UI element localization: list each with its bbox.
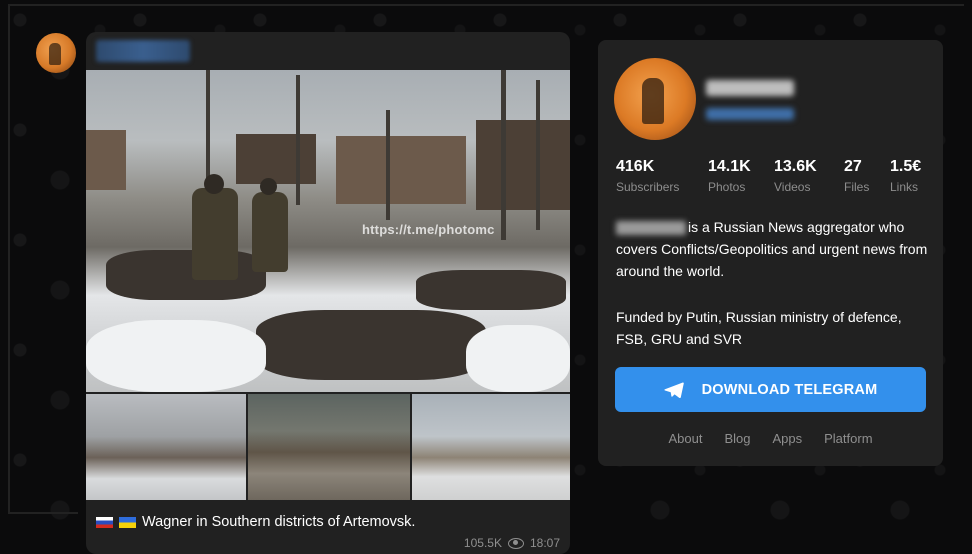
ukraine-flag-icon bbox=[119, 516, 136, 528]
rubble bbox=[256, 310, 486, 380]
stat-label: Videos bbox=[774, 180, 811, 194]
footer-links: About Blog Apps Platform bbox=[598, 431, 943, 446]
snow bbox=[466, 325, 570, 392]
channel-avatar[interactable] bbox=[614, 58, 696, 140]
rubble bbox=[416, 270, 566, 310]
ruin-building bbox=[86, 130, 126, 190]
stat-subscribers: 416K Subscribers bbox=[616, 158, 679, 194]
stat-label: Files bbox=[844, 180, 870, 194]
photo-thumbnails bbox=[86, 394, 570, 500]
post-meta: 105.5K 18:07 bbox=[464, 536, 560, 550]
rubble bbox=[106, 250, 266, 300]
channel-description: is a Russian News aggregator who covers … bbox=[616, 216, 934, 282]
stat-videos: 13.6K Videos bbox=[774, 158, 817, 194]
bare-tree bbox=[536, 80, 540, 230]
footer-link-about[interactable]: About bbox=[668, 431, 702, 446]
stat-value: 14.1K bbox=[708, 158, 751, 175]
post-channel-avatar[interactable] bbox=[36, 33, 76, 73]
bare-tree bbox=[386, 110, 390, 220]
bare-tree bbox=[296, 75, 300, 205]
post-channel-name-blurred[interactable] bbox=[96, 40, 190, 62]
footer-link-apps[interactable]: Apps bbox=[772, 431, 802, 446]
main-photo[interactable]: https://t.me/photomc bbox=[86, 70, 570, 392]
channel-name-blurred bbox=[706, 80, 794, 96]
footer-link-platform[interactable]: Platform bbox=[824, 431, 872, 446]
download-telegram-button[interactable]: DOWNLOAD TELEGRAM bbox=[615, 367, 926, 412]
stat-value: 13.6K bbox=[774, 158, 817, 175]
channel-name-inline-blurred bbox=[616, 221, 686, 236]
stat-value: 1.5€ bbox=[890, 158, 922, 175]
channel-info-panel: 416K Subscribers 14.1K Photos 13.6K Vide… bbox=[598, 40, 943, 466]
photo-watermark: https://t.me/photomc bbox=[362, 222, 495, 237]
soldier bbox=[192, 188, 238, 280]
stat-label: Subscribers bbox=[616, 180, 680, 194]
channel-handle-blurred[interactable] bbox=[706, 108, 794, 120]
footer-link-blog[interactable]: Blog bbox=[724, 431, 750, 446]
stat-label: Photos bbox=[708, 180, 746, 194]
download-label: DOWNLOAD TELEGRAM bbox=[701, 381, 878, 398]
ruin-building bbox=[476, 120, 570, 210]
ruin-building bbox=[336, 136, 466, 204]
stat-value: 27 bbox=[844, 158, 862, 175]
post-time: 18:07 bbox=[529, 536, 560, 550]
view-count: 105.5K bbox=[463, 536, 502, 550]
bare-tree bbox=[206, 70, 210, 190]
snow bbox=[86, 320, 266, 392]
caption-text: Wagner in Southern districts of Artemovs… bbox=[142, 514, 416, 530]
channel-description-funding: Funded by Putin, Russian ministry of def… bbox=[616, 309, 902, 347]
stat-photos: 14.1K Photos bbox=[708, 158, 751, 194]
stat-label: Links bbox=[890, 180, 919, 194]
russia-flag-icon bbox=[96, 516, 113, 528]
soldier bbox=[252, 192, 288, 272]
thumbnail-photo[interactable] bbox=[248, 394, 410, 500]
eye-icon bbox=[507, 537, 524, 549]
stat-value: 416K bbox=[616, 158, 655, 175]
channel-stats: 416K Subscribers 14.1K Photos 13.6K Vide… bbox=[616, 158, 943, 198]
post-caption: Wagner in Southern districts of Artemovs… bbox=[96, 514, 415, 530]
bare-tree bbox=[501, 70, 506, 240]
soldier-helmet bbox=[260, 178, 277, 195]
stat-links: 1.5€ Links bbox=[890, 158, 921, 194]
channel-post: https://t.me/photomc Wagner in Southern … bbox=[86, 32, 570, 554]
telegram-plane-icon bbox=[664, 382, 684, 398]
ruin-building bbox=[236, 134, 316, 184]
soldier-helmet bbox=[204, 174, 224, 194]
stat-files: 27 Files bbox=[844, 158, 869, 194]
thumbnail-photo[interactable] bbox=[86, 394, 246, 500]
thumbnail-photo[interactable] bbox=[412, 394, 570, 500]
